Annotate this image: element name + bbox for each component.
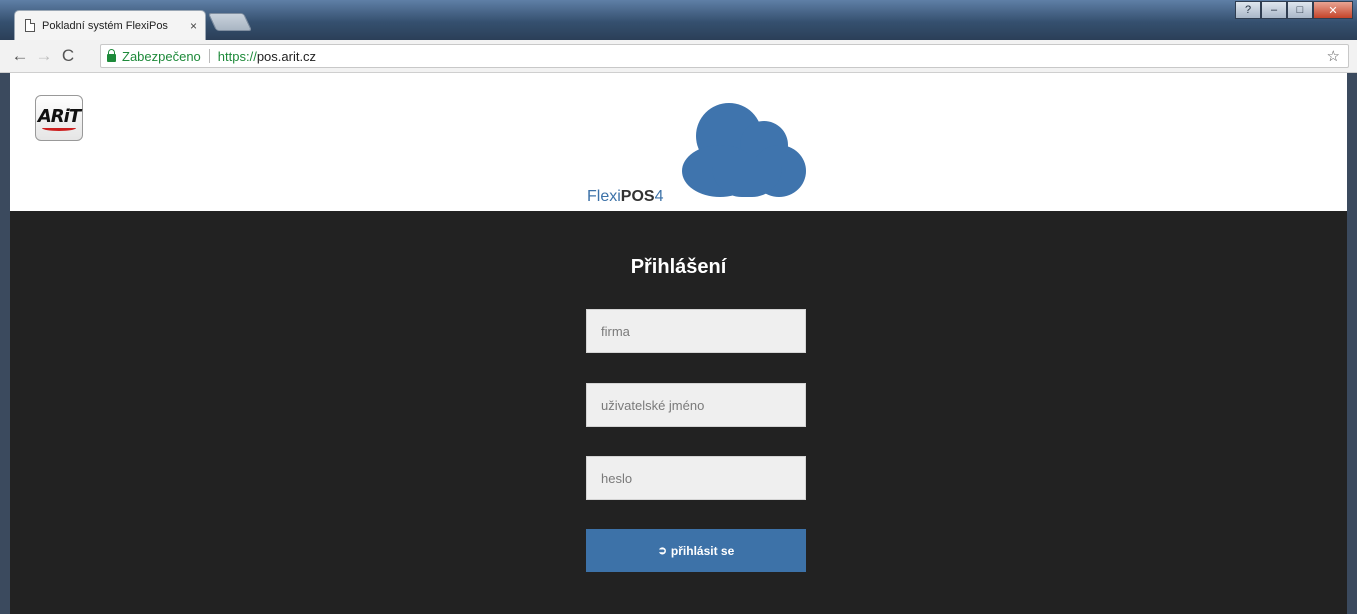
brand-prefix: Flexi [587, 188, 621, 205]
tab-close-icon[interactable]: × [190, 19, 197, 33]
page-icon [25, 19, 35, 32]
login-button-label: přihlásit se [670, 543, 735, 558]
close-window-button[interactable]: ✕ [1313, 1, 1353, 19]
login-button[interactable]: ➲ přihlásit se [586, 529, 806, 572]
secure-label: Zabezpečeno [122, 48, 201, 64]
login-panel: Přihlášení ➲ přihlásit se [10, 211, 1347, 614]
sign-in-icon: ➲ [657, 545, 667, 557]
brand-name: FlexiPOS4 [587, 188, 663, 206]
login-title: Přihlášení [630, 256, 727, 278]
address-divider [208, 49, 210, 63]
new-tab-button[interactable] [207, 13, 253, 31]
window-border-right [1347, 73, 1357, 614]
company-input[interactable] [586, 309, 806, 353]
minimize-button[interactable]: – [1261, 1, 1287, 19]
url-host: pos.arit.cz [256, 48, 317, 64]
arit-logo-swoosh [42, 125, 76, 131]
password-input[interactable] [586, 456, 806, 500]
brand-bold: POS [620, 188, 655, 205]
browser-window: Pokladní systém FlexiPos × ? – □ ✕ ← → C… [0, 0, 1357, 614]
tab-strip: Pokladní systém FlexiPos × ? – □ ✕ [0, 0, 1357, 40]
username-input[interactable] [586, 383, 806, 427]
maximize-button[interactable]: □ [1287, 1, 1313, 19]
cloud-icon [682, 101, 806, 197]
reload-button[interactable]: C [56, 46, 80, 66]
back-button[interactable]: ← [8, 46, 32, 66]
window-controls: ? – □ ✕ [1235, 1, 1353, 19]
bookmark-star-icon[interactable]: ☆ [1327, 47, 1340, 65]
address-bar[interactable]: Zabezpečeno https:// pos.arit.cz ☆ [100, 44, 1349, 68]
url-scheme: https:// [217, 48, 257, 64]
browser-tab[interactable]: Pokladní systém FlexiPos × [14, 10, 206, 40]
browser-toolbar: ← → C Zabezpečeno https:// pos.arit.cz ☆ [0, 40, 1357, 73]
page-content: ARiT FlexiPOS4 Přihlášení ➲ přihlásit se [10, 73, 1347, 614]
arit-logo[interactable]: ARiT [35, 95, 83, 141]
brand-version: 4 [654, 188, 664, 205]
page-header: ARiT FlexiPOS4 [10, 73, 1347, 211]
help-button[interactable]: ? [1235, 1, 1261, 19]
forward-button[interactable]: → [32, 46, 56, 66]
arit-logo-text: ARiT [37, 105, 81, 127]
lock-icon [107, 49, 116, 62]
tab-title: Pokladní systém FlexiPos [42, 19, 168, 32]
